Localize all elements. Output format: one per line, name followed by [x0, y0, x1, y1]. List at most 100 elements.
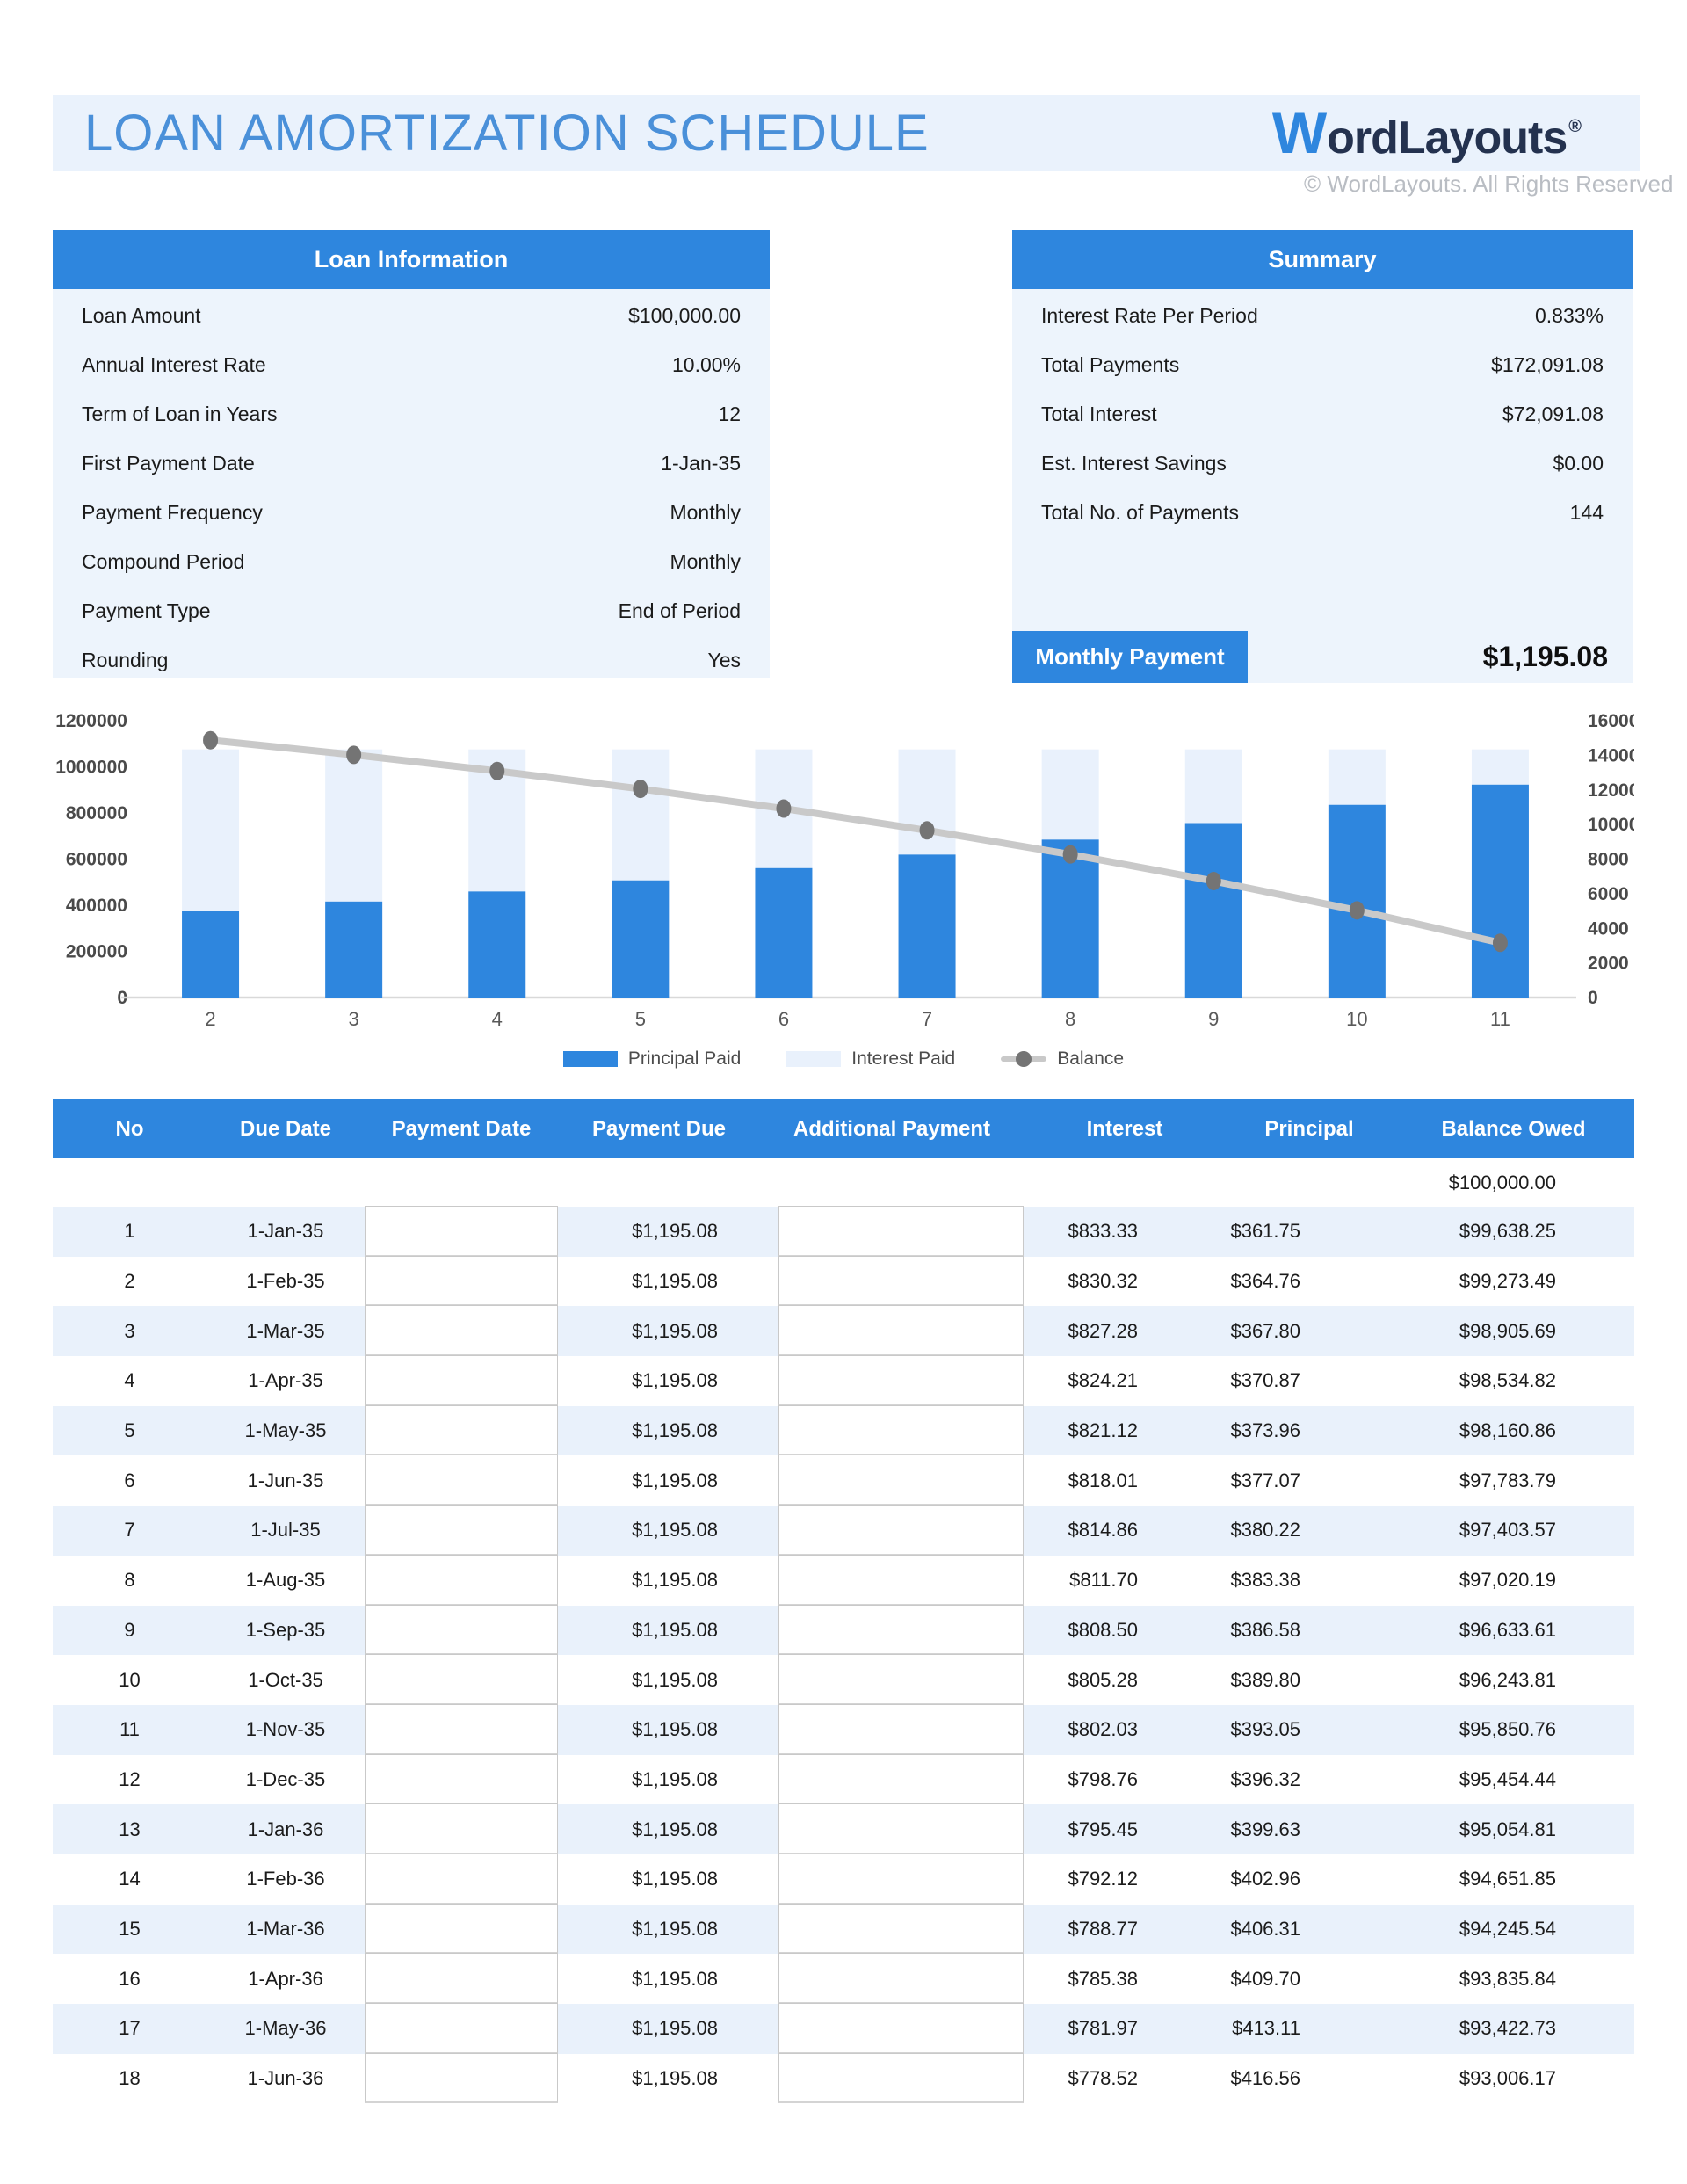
payment-date-input[interactable]	[365, 1605, 558, 1656]
additional-payment-input[interactable]	[778, 1904, 1024, 1955]
table-row: 41-Apr-35$1,195.08$824.21$370.87$98,534.…	[53, 1356, 1634, 1406]
loan-info-value: End of Period	[619, 599, 741, 623]
summary-rows: Interest Rate Per Period0.833%Total Paym…	[1012, 289, 1633, 537]
loan-info-label: Loan Amount	[82, 304, 201, 328]
additional-payment-input[interactable]	[778, 1405, 1024, 1456]
row-number: 8	[53, 1556, 206, 1606]
row-number: 18	[53, 2054, 206, 2104]
empty-cell	[206, 1158, 365, 1207]
payment-date-input[interactable]	[365, 1405, 558, 1456]
payment-due-cell: $1,195.08	[558, 1755, 760, 1805]
loan-info-value: Yes	[707, 649, 741, 672]
additional-payment-input[interactable]	[778, 1854, 1024, 1905]
balance-cell: $93,422.73	[1393, 2004, 1634, 2054]
table-row: 11-Jan-35$1,195.08$833.33$361.75$99,638.…	[53, 1207, 1634, 1257]
copyright-text: © WordLayouts. All Rights Reserved	[1304, 171, 1673, 198]
initial-balance-value: $100,000.00	[1393, 1158, 1634, 1207]
due-date-cell: 1-Nov-35	[206, 1705, 365, 1755]
additional-payment-cell	[760, 2004, 1024, 2054]
payment-due-cell: $1,195.08	[558, 1905, 760, 1955]
summary-label: Total Interest	[1041, 403, 1157, 426]
svg-text:200000: 200000	[66, 942, 127, 962]
payment-due-cell: $1,195.08	[558, 1556, 760, 1606]
payment-date-input[interactable]	[365, 1256, 558, 1307]
additional-payment-cell	[760, 1954, 1024, 2004]
schedule-table: NoDue DatePayment DatePayment DueAdditio…	[53, 1099, 1634, 2103]
principal-cell: $377.07	[1226, 1455, 1393, 1506]
payment-date-cell	[365, 2004, 558, 2054]
principal-cell: $364.76	[1226, 1257, 1393, 1307]
page-title: LOAN AMORTIZATION SCHEDULE	[84, 104, 930, 163]
additional-payment-input[interactable]	[778, 2053, 1024, 2104]
payment-date-input[interactable]	[365, 1455, 558, 1506]
table-row: 101-Oct-35$1,195.08$805.28$389.80$96,243…	[53, 1655, 1634, 1705]
summary-value: 0.833%	[1535, 304, 1604, 328]
additional-payment-input[interactable]	[778, 1754, 1024, 1805]
additional-payment-input[interactable]	[778, 1953, 1024, 2004]
loan-info-value: Monthly	[670, 501, 741, 525]
payment-date-input[interactable]	[365, 1355, 558, 1406]
payment-date-cell	[365, 1705, 558, 1755]
row-number: 1	[53, 1207, 206, 1257]
monthly-payment-button[interactable]: Monthly Payment	[1012, 631, 1248, 683]
due-date-cell: 1-Feb-36	[206, 1854, 365, 1905]
payment-date-cell	[365, 2054, 558, 2104]
payment-date-input[interactable]	[365, 1854, 558, 1905]
summary-row: Total Interest$72,091.08	[1012, 389, 1633, 439]
row-number: 7	[53, 1506, 206, 1556]
payment-date-input[interactable]	[365, 2003, 558, 2054]
balance-cell: $95,454.44	[1393, 1755, 1634, 1805]
additional-payment-input[interactable]	[778, 1256, 1024, 1307]
payment-date-input[interactable]	[365, 1704, 558, 1755]
payment-date-input[interactable]	[365, 1904, 558, 1955]
payment-date-input[interactable]	[365, 1505, 558, 1556]
payment-date-input[interactable]	[365, 1555, 558, 1606]
payment-date-input[interactable]	[365, 2053, 558, 2104]
additional-payment-input[interactable]	[778, 1505, 1024, 1556]
table-row: 181-Jun-36$1,195.08$778.52$416.56$93,006…	[53, 2054, 1634, 2104]
additional-payment-input[interactable]	[778, 2003, 1024, 2054]
additional-payment-input[interactable]	[778, 1555, 1024, 1606]
svg-text:6000: 6000	[1588, 884, 1629, 904]
interest-cell: $808.50	[1024, 1606, 1226, 1656]
payment-date-input[interactable]	[365, 1803, 558, 1854]
payment-date-cell	[365, 1804, 558, 1854]
payment-date-input[interactable]	[365, 1305, 558, 1356]
interest-cell: $802.03	[1024, 1705, 1226, 1755]
payment-date-cell	[365, 1257, 558, 1307]
empty-cell	[1024, 1158, 1226, 1207]
payment-due-cell: $1,195.08	[558, 1406, 760, 1456]
additional-payment-input[interactable]	[778, 1654, 1024, 1705]
row-number: 10	[53, 1655, 206, 1705]
loan-amortization-page: LOAN AMORTIZATION SCHEDULE WordLayouts® …	[0, 0, 1687, 2184]
payment-date-input[interactable]	[365, 1953, 558, 2004]
legend-balance: Balance	[1001, 1048, 1124, 1070]
loan-info-label: Payment Type	[82, 599, 211, 623]
interest-cell: $798.76	[1024, 1755, 1226, 1805]
legend-balance-label: Balance	[1057, 1048, 1124, 1070]
payment-date-input[interactable]	[365, 1654, 558, 1705]
chart-legend: Principal Paid Interest Paid Balance	[53, 1048, 1634, 1070]
interest-cell: $792.12	[1024, 1854, 1226, 1905]
additional-payment-input[interactable]	[778, 1355, 1024, 1406]
payment-date-input[interactable]	[365, 1206, 558, 1257]
due-date-cell: 1-May-36	[206, 2004, 365, 2054]
due-date-cell: 1-Apr-36	[206, 1954, 365, 2004]
due-date-cell: 1-Mar-35	[206, 1306, 365, 1356]
payment-date-input[interactable]	[365, 1754, 558, 1805]
summary-value: $172,091.08	[1491, 353, 1604, 377]
row-number: 11	[53, 1705, 206, 1755]
additional-payment-input[interactable]	[778, 1305, 1024, 1356]
empty-cell	[365, 1158, 558, 1207]
additional-payment-input[interactable]	[778, 1455, 1024, 1506]
additional-payment-cell	[760, 1506, 1024, 1556]
principal-cell: $361.75	[1226, 1207, 1393, 1257]
additional-payment-input[interactable]	[778, 1605, 1024, 1656]
summary-value: 144	[1570, 501, 1604, 525]
additional-payment-input[interactable]	[778, 1206, 1024, 1257]
additional-payment-input[interactable]	[778, 1704, 1024, 1755]
interest-cell: $833.33	[1024, 1207, 1226, 1257]
summary-row: Interest Rate Per Period0.833%	[1012, 291, 1633, 340]
additional-payment-input[interactable]	[778, 1803, 1024, 1854]
legend-interest-label: Interest Paid	[851, 1048, 955, 1070]
